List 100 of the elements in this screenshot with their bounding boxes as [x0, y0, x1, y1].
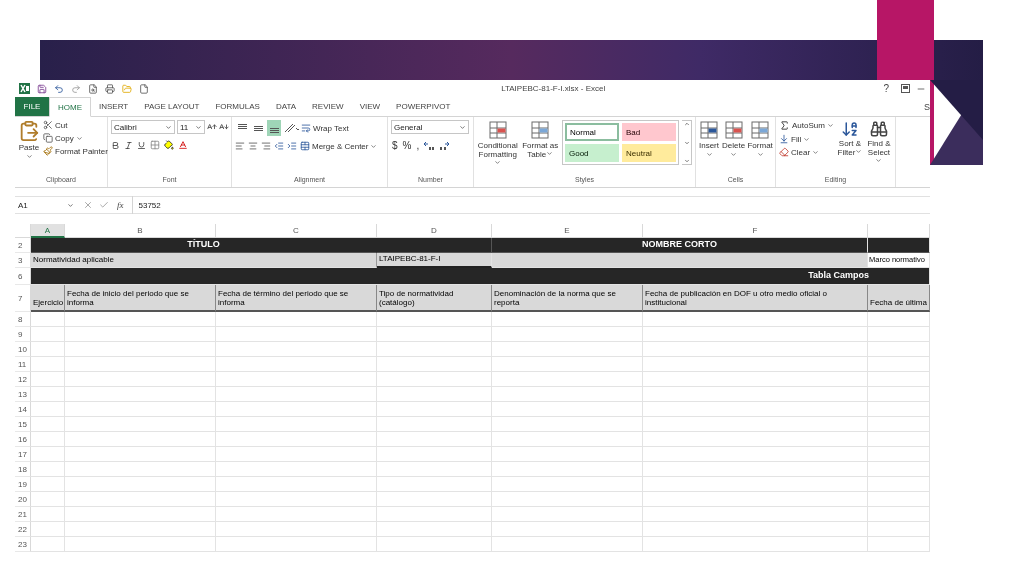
wrap-text-button[interactable]: Wrap Text — [301, 123, 349, 133]
borders-icon[interactable] — [150, 140, 160, 150]
table-cell — [868, 387, 930, 402]
column-letter[interactable]: F — [643, 224, 868, 238]
column-letter[interactable]: D — [377, 224, 492, 238]
save-icon[interactable] — [37, 83, 47, 94]
align-right-icon[interactable] — [261, 141, 271, 151]
vertical-align-button[interactable] — [267, 120, 281, 136]
cells-button[interactable]: Delete — [722, 120, 746, 176]
table-cell — [31, 522, 65, 537]
insert-function-button[interactable]: fx — [115, 200, 126, 210]
scroll-up-icon[interactable] — [683, 121, 690, 127]
sort-filter-button[interactable]: Sort & Filter — [836, 120, 863, 176]
align-center-icon[interactable] — [248, 141, 258, 151]
undo-icon[interactable] — [54, 83, 64, 94]
arrow-down-icon — [779, 134, 789, 144]
shrink-font-icon[interactable] — [219, 122, 229, 132]
underline-icon[interactable] — [137, 140, 146, 150]
app-logo-icon — [19, 83, 30, 94]
sigma-icon — [779, 120, 790, 131]
table-cell — [31, 507, 65, 522]
table-cell: LTAIPEBC-81-F-I — [377, 253, 492, 268]
table-cell: Normatividad aplicable — [31, 253, 377, 268]
table-cell — [31, 417, 65, 432]
number-format-button[interactable]: % — [401, 140, 413, 151]
number-format-button[interactable]: $ — [391, 140, 399, 151]
font-size-field[interactable]: 11 — [177, 120, 205, 134]
table-cell — [31, 312, 65, 327]
cell-style-option[interactable]: Good — [565, 144, 619, 162]
cells-button[interactable]: Insert — [699, 120, 719, 176]
formula-field[interactable]: 53752 — [131, 196, 930, 214]
number-format-field[interactable]: General — [391, 120, 469, 134]
name-box[interactable]: A1 — [15, 197, 77, 213]
italic-icon[interactable] — [124, 140, 133, 150]
gallery-scrollbar[interactable] — [682, 120, 692, 165]
restore-icon[interactable] — [901, 84, 910, 93]
column-letter[interactable]: A — [31, 224, 65, 238]
new-file-icon[interactable] — [139, 83, 149, 94]
column-letter[interactable]: C — [216, 224, 377, 238]
decrease-indent-icon[interactable] — [274, 141, 284, 151]
format-painter-button[interactable]: Format Painter — [43, 146, 108, 156]
conditional-formatting-button[interactable]: Conditional Formatting — [477, 120, 519, 176]
fill-color-icon[interactable] — [164, 140, 174, 150]
table-cell — [868, 477, 930, 492]
format-as-table-button[interactable]: Format as Table — [521, 120, 559, 176]
table-cell — [868, 238, 930, 253]
find-select-button[interactable]: Find & Select — [865, 120, 892, 176]
cell-style-option[interactable]: Normal — [565, 123, 619, 141]
merge-center-button[interactable]: Merge & Center — [300, 141, 378, 151]
cut-button[interactable]: Cut — [43, 120, 108, 130]
increase-indent-icon[interactable] — [287, 141, 297, 151]
decrease-decimal-icon[interactable] — [438, 140, 451, 151]
table-cell: Tabla Campos — [31, 268, 930, 285]
orientation-icon[interactable] — [283, 123, 299, 133]
table-cell — [31, 462, 65, 477]
paste-button[interactable]: Paste — [18, 120, 40, 176]
table-cell — [31, 357, 65, 372]
autosum-button[interactable]: AutoSum — [779, 120, 834, 131]
column-header: Fecha de inicio del periodo que se informa — [65, 285, 216, 312]
print-preview-icon[interactable] — [88, 83, 98, 94]
ribbon-tab[interactable]: HOME — [49, 97, 91, 117]
bold-icon[interactable] — [111, 140, 120, 150]
table-cell — [868, 492, 930, 507]
align-left-icon[interactable] — [235, 141, 245, 151]
caret-icon — [25, 153, 33, 161]
number-format-button[interactable]: , — [415, 140, 421, 151]
table-cell — [868, 417, 930, 432]
table-cell — [868, 342, 930, 357]
cells-icon — [750, 120, 771, 140]
table-cell — [868, 507, 930, 522]
scroll-down-icon[interactable] — [683, 139, 690, 146]
column-header: Ejercicio — [31, 285, 65, 312]
table-cell — [868, 447, 930, 462]
cells-button[interactable]: Format — [748, 120, 773, 176]
printer-icon[interactable] — [105, 83, 115, 94]
cell-style-option[interactable]: Bad — [622, 123, 676, 141]
copy-button[interactable]: Copy — [43, 133, 108, 143]
caret-icon — [67, 201, 74, 209]
font-name-field[interactable]: Calibri — [111, 120, 175, 134]
help-button[interactable]: ? — [877, 83, 895, 94]
column-header: Fecha de término del periodo que se informa — [216, 285, 377, 312]
increase-decimal-icon[interactable] — [423, 140, 436, 151]
column-letter[interactable]: B — [65, 224, 216, 238]
font-color-icon[interactable] — [178, 140, 188, 150]
table-cell — [31, 387, 65, 402]
caret-icon — [730, 151, 738, 159]
grow-font-icon[interactable] — [207, 122, 217, 132]
cancel-icon[interactable] — [83, 200, 93, 210]
fill-button[interactable]: Fill — [779, 134, 834, 144]
caret-icon — [459, 123, 466, 131]
table-cell — [31, 342, 65, 357]
ribbon-tab[interactable]: FILE — [15, 97, 49, 116]
sort-icon — [840, 120, 859, 138]
more-icon[interactable] — [683, 158, 690, 164]
eraser-icon — [779, 147, 789, 157]
cell-style-option[interactable]: Neutral — [622, 144, 676, 162]
caret-icon — [165, 123, 172, 131]
account-name[interactable]: S — [924, 101, 930, 112]
column-letter[interactable]: E — [492, 224, 643, 238]
clear-button[interactable]: Clear — [779, 147, 834, 157]
